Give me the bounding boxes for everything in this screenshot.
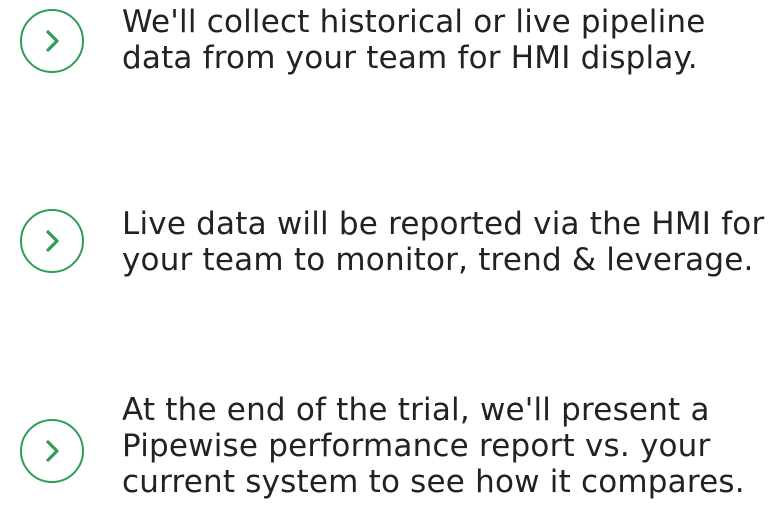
step-text-line: your team to monitor, trend & leverage. — [122, 242, 754, 278]
chevron-right-icon — [19, 418, 85, 484]
step-text: Live data will be reported via the HMI f… — [122, 206, 767, 278]
step-text-line: Pipewise performance report vs. your — [122, 428, 711, 464]
step-text-line: Live data will be reported via the HMI f… — [122, 206, 765, 242]
step-text: At the end of the trial, we'll present a… — [122, 392, 767, 500]
step-text-line: data from your team for HMI display. — [122, 40, 698, 76]
step-text-line: At the end of the trial, we'll present a — [122, 392, 710, 428]
chevron-right-icon — [19, 208, 85, 274]
step-text-line: We'll collect historical or live pipelin… — [122, 4, 706, 40]
chevron-right-icon — [19, 8, 85, 74]
step-text: We'll collect historical or live pipelin… — [122, 4, 767, 76]
steps-list: We'll collect historical or live pipelin… — [0, 0, 769, 513]
step-text-line: current system to see how it compares. — [122, 464, 745, 500]
